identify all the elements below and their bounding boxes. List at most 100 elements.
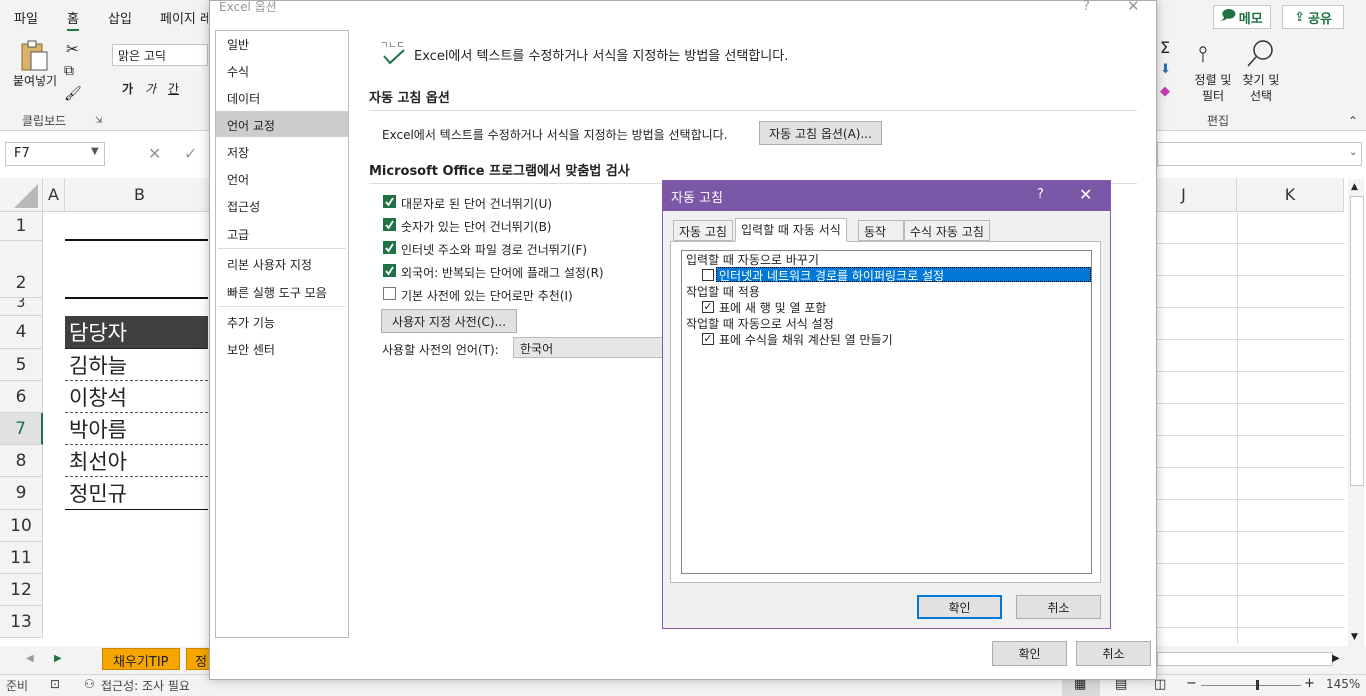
row-header[interactable]: 10 [0,510,43,542]
tab-page-layout[interactable]: 페이지 레 [160,8,208,27]
collapse-ribbon-icon[interactable]: ⌃ [1348,114,1358,128]
memo-button[interactable]: 🗩 메모 [1213,5,1271,29]
paste-button[interactable]: 붙여넣기 [8,72,62,89]
horizontal-scrollbar[interactable] [1157,652,1333,666]
copy-icon[interactable]: ⧉ [64,63,74,79]
column-header[interactable]: B [65,178,215,212]
checkbox-ignore-uppercase[interactable] [383,195,396,208]
checkbox-ignore-numbers[interactable] [383,218,396,231]
share-button[interactable]: ⇪ 공유 [1282,5,1344,29]
cancel-icon[interactable]: ✕ [148,144,161,163]
checkbox-hyperlinks[interactable] [702,269,714,281]
scroll-up-icon[interactable]: ▲ [1351,182,1358,192]
table-cell[interactable]: 정민규 [65,477,208,510]
close-icon[interactable]: ✕ [1127,0,1140,15]
column-header[interactable]: A [43,178,65,212]
row-header[interactable]: 6 [0,381,43,413]
sheet-tab[interactable]: 정 [186,648,210,670]
accessibility-status[interactable]: 접근성: 조사 필요 [101,677,190,694]
nav-item-addins[interactable]: 추가 기능 [227,314,275,331]
tab-autocorrect[interactable]: 자동 고침 [673,220,733,241]
nav-item-proofing[interactable]: 언어 교정 [227,117,275,134]
sort-filter-button[interactable]: 정렬 및 필터 [1190,72,1236,104]
zoom-slider-thumb[interactable] [1256,680,1259,690]
table-header-cell[interactable]: 담당자 [65,316,208,349]
underline-button[interactable]: 간 [168,80,179,97]
table-cell[interactable]: 박아름 [65,413,208,445]
zoom-level[interactable]: 145% [1326,677,1360,691]
checkbox-flag-repeated[interactable] [383,264,396,277]
nav-item-quick-access[interactable]: 빠른 실행 도구 모음 [227,284,327,301]
row-header[interactable]: 12 [0,574,43,606]
row-header[interactable]: 5 [0,349,43,381]
row-header[interactable]: 2 [0,241,43,298]
chevron-down-icon[interactable]: ▼ [91,146,99,157]
next-sheet-icon[interactable]: ▶ [54,653,62,664]
row-header[interactable]: 8 [0,445,43,477]
row-header[interactable]: 11 [0,542,43,574]
tab-autoformat-as-you-type[interactable]: 입력할 때 자동 서식 [735,218,847,242]
formula-input[interactable] [1157,142,1362,166]
row-header[interactable]: 7 [0,413,43,445]
tab-file[interactable]: 파일 [14,8,38,27]
column-header[interactable]: K [1237,178,1344,212]
row-header[interactable]: 1 [0,212,43,241]
cut-icon[interactable]: ✂ [66,40,79,58]
zoom-slider[interactable] [1201,685,1301,686]
tab-insert[interactable]: 삽입 [108,8,132,27]
font-name-input[interactable]: 맑은 고딕 [112,44,208,66]
accessibility-icon[interactable]: ⚇ [84,677,95,691]
close-icon[interactable]: ✕ [1079,185,1092,204]
paste-icon[interactable] [18,40,50,72]
row-header[interactable]: 13 [0,606,43,638]
fill-icon[interactable]: ⬇ [1160,62,1171,77]
bold-button[interactable]: 가 [122,80,133,97]
row-header[interactable]: 4 [0,316,43,349]
scroll-down-icon[interactable]: ▼ [1351,632,1358,642]
name-box[interactable]: F7 [5,142,105,166]
nav-item-customize-ribbon[interactable]: 리본 사용자 지정 [227,256,312,273]
nav-item-data[interactable]: 데이터 [227,90,260,107]
dialog-launcher-icon[interactable]: ⇲ [95,116,103,126]
nav-item-general[interactable]: 일반 [227,36,249,53]
zoom-out-icon[interactable]: − [1186,676,1197,691]
nav-item-formulas[interactable]: 수식 [227,63,249,80]
custom-dictionaries-button[interactable]: 사용자 지정 사전(C)... [381,309,517,333]
table-cell[interactable]: 최선아 [65,445,208,477]
prev-sheet-icon[interactable]: ◀ [26,653,34,664]
autocorrect-help-button[interactable]: ? [1037,187,1044,202]
nav-item-save[interactable]: 저장 [227,144,249,161]
row-header[interactable]: 3 [0,298,43,316]
autosum-icon[interactable]: Σ [1160,38,1170,57]
nav-item-trust-center[interactable]: 보안 센터 [227,341,275,358]
checkbox-include-rows[interactable]: ✓ [702,301,714,313]
autocorrect-options-button[interactable]: 자동 고침 옵션(A)... [759,121,882,145]
checkbox-ignore-internet[interactable] [383,241,396,254]
format-painter-icon[interactable]: 🖌 [64,86,82,102]
checkbox-main-dict-only[interactable] [383,287,396,300]
find-icon[interactable] [1246,38,1276,71]
tab-actions[interactable]: 동작 [858,220,904,241]
autocorrect-cancel-button[interactable]: 취소 [1016,595,1101,619]
table-cell[interactable]: 이창석 [65,381,208,413]
nav-item-language[interactable]: 언어 [227,171,249,188]
scroll-right-icon[interactable]: ▶ [1332,653,1340,664]
tab-math-autocorrect[interactable]: 수식 자동 고침 [904,220,990,241]
autocorrect-ok-button[interactable]: 확인 [917,595,1002,619]
find-select-button[interactable]: 찾기 및 선택 [1238,72,1284,104]
sheet-tab[interactable]: 채우기TIP [102,648,180,670]
italic-button[interactable]: 가 [145,80,156,97]
clear-icon[interactable]: ◆ [1160,84,1170,99]
select-all-corner[interactable] [0,178,43,212]
help-button[interactable]: ? [1083,0,1090,14]
tab-home[interactable]: 홈 [67,8,79,31]
checkbox-calculated-columns[interactable]: ✓ [702,333,714,345]
scroll-thumb[interactable] [1350,196,1364,486]
expand-formula-icon[interactable]: ⌄ [1349,147,1357,158]
nav-item-advanced[interactable]: 고급 [227,226,249,243]
dictionary-language-select[interactable]: 한국어 [513,337,663,358]
macro-record-icon[interactable]: ⊡ [50,677,60,691]
table-cell[interactable]: 김하늘 [65,349,208,381]
options-cancel-button[interactable]: 취소 [1076,641,1151,666]
row-header[interactable]: 9 [0,477,43,510]
